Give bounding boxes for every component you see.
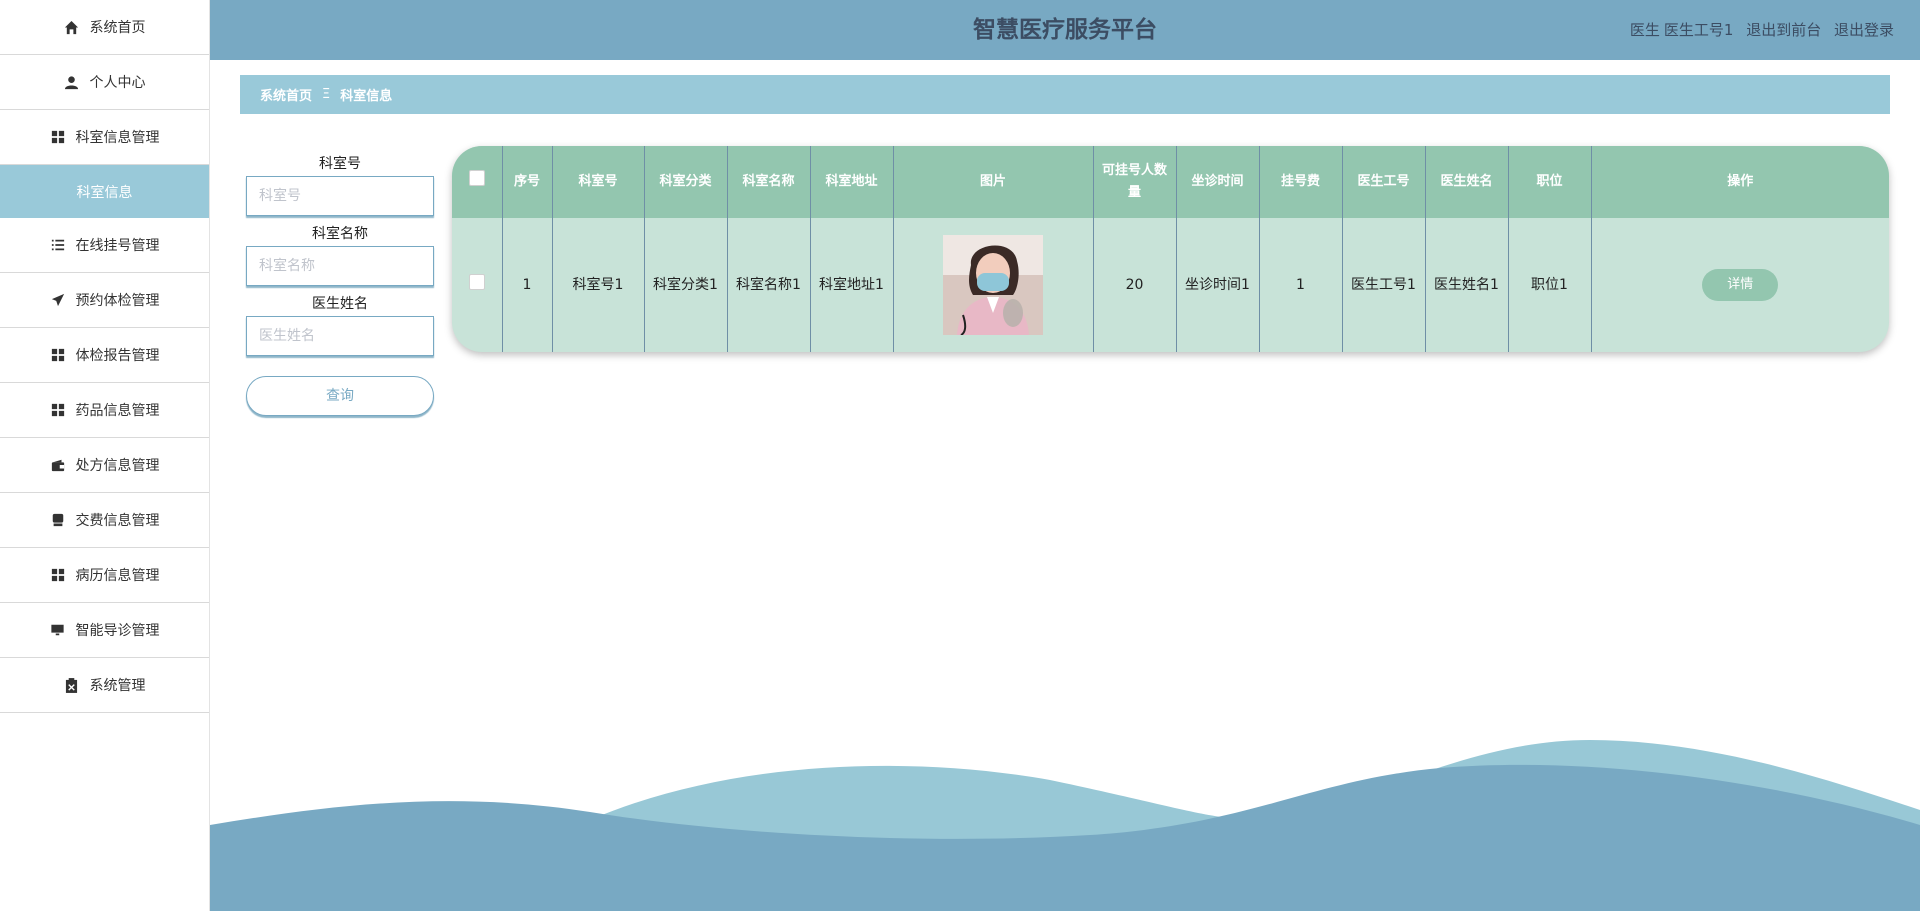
sidebar-item-dept-management[interactable]: 科室信息管理: [0, 110, 209, 165]
col-dept-name: 科室名称: [727, 146, 811, 218]
sidebar-item-label: 科室信息: [76, 184, 133, 201]
table-header-row: 序号 科室号 科室分类 科室名称 科室地址 图片 可挂号人数量 坐诊时间 挂号费…: [452, 146, 1889, 218]
sidebar-item-label: 智能导诊管理: [75, 623, 160, 639]
sidebar-item-home[interactable]: 系统首页: [0, 0, 209, 55]
breadcrumb-current: 科室信息: [340, 89, 393, 104]
col-address: 科室地址: [810, 146, 894, 218]
cell-category: 科室分类1: [644, 218, 728, 352]
paper-plane-icon: [50, 292, 66, 308]
row-checkbox-cell[interactable]: [452, 218, 503, 352]
search-panel: 科室号 科室名称 医生姓名 查询: [246, 152, 434, 416]
sidebar-item-label: 个人中心: [89, 75, 146, 91]
sidebar-item-label: 病历信息管理: [75, 568, 160, 584]
user-role: 医生: [1629, 21, 1660, 39]
sidebar-item-prescription[interactable]: 处方信息管理: [0, 438, 209, 493]
cell-position: 职位1: [1508, 218, 1592, 352]
printer-icon: [50, 512, 66, 528]
select-all-checkbox-cell[interactable]: [452, 146, 503, 218]
select-all-checkbox[interactable]: [468, 170, 485, 186]
grid-icon: [50, 567, 66, 583]
user-icon: [64, 74, 80, 90]
sidebar-item-label: 在线挂号管理: [75, 238, 160, 254]
cell-doc-name: 医生姓名1: [1425, 218, 1509, 352]
breadcrumb: 系统首页 Ξ 科室信息: [240, 75, 1890, 114]
breadcrumb-home[interactable]: 系统首页: [260, 85, 312, 104]
sidebar-item-smart-guide[interactable]: 智能导诊管理: [0, 603, 209, 658]
doctor-name-input[interactable]: [246, 316, 434, 356]
sidebar-item-label: 系统管理: [89, 678, 146, 694]
col-doc-no: 医生工号: [1342, 146, 1426, 218]
list-icon: [50, 237, 66, 253]
sidebar-item-checkup-report[interactable]: 体检报告管理: [0, 328, 209, 383]
cell-dept-name: 科室名称1: [727, 218, 811, 352]
cell-capacity: 20: [1093, 218, 1177, 352]
grid-icon: [50, 129, 66, 145]
col-category: 科室分类: [644, 146, 728, 218]
sidebar-item-label: 科室信息管理: [75, 130, 160, 146]
sidebar-item-checkup-booking[interactable]: 预约体检管理: [0, 273, 209, 328]
exit-to-front-link[interactable]: 退出到前台: [1746, 21, 1821, 39]
sidebar-subitem-dept-info[interactable]: 科室信息: [0, 165, 209, 218]
cell-dept-no: 科室号1: [552, 218, 645, 352]
dept-name-label: 科室名称: [312, 226, 368, 242]
doctor-photo: [943, 235, 1043, 335]
sidebar-item-medical-record[interactable]: 病历信息管理: [0, 548, 209, 603]
col-capacity: 可挂号人数量: [1093, 146, 1177, 218]
header: 智慧医疗服务平台 医生 医生工号1 退出到前台 退出登录: [210, 0, 1920, 60]
cell-image: [893, 218, 1094, 352]
grid-icon: [50, 402, 66, 418]
user-name: 医生工号1: [1663, 21, 1734, 39]
doctor-name-label: 医生姓名: [312, 296, 368, 312]
sidebar-item-label: 处方信息管理: [75, 458, 160, 474]
sidebar-item-label: 系统首页: [89, 20, 146, 36]
wallet-icon: [50, 457, 66, 473]
dept-no-label: 科室号: [319, 156, 361, 172]
cell-time: 坐诊时间1: [1176, 218, 1260, 352]
sidebar-item-label: 预约体检管理: [75, 293, 160, 309]
sidebar-item-label: 体检报告管理: [75, 348, 160, 364]
sidebar-item-payment[interactable]: 交费信息管理: [0, 493, 209, 548]
breadcrumb-separator: Ξ: [322, 87, 331, 102]
col-doc-name: 医生姓名: [1425, 146, 1509, 218]
table-row: 1 科室号1 科室分类1 科室名称1 科室地址1 20 坐诊时间1 1 医生工号…: [452, 218, 1889, 352]
col-dept-no: 科室号: [552, 146, 645, 218]
monitor-icon: [50, 622, 66, 638]
clipboard-icon: [64, 677, 80, 693]
col-index: 序号: [502, 146, 553, 218]
col-time: 坐诊时间: [1176, 146, 1260, 218]
cell-action: 详情: [1591, 218, 1889, 352]
decorative-waves: [210, 740, 1920, 911]
header-user-area: 医生 医生工号1 退出到前台 退出登录: [1622, 0, 1894, 60]
detail-button[interactable]: 详情: [1702, 269, 1779, 301]
dept-no-input[interactable]: [246, 176, 434, 216]
sidebar-item-system[interactable]: 系统管理: [0, 658, 209, 713]
logout-link[interactable]: 退出登录: [1834, 21, 1894, 39]
dept-name-input[interactable]: [246, 246, 434, 286]
cell-address: 科室地址1: [810, 218, 894, 352]
col-action: 操作: [1591, 146, 1889, 218]
col-image: 图片: [893, 146, 1094, 218]
sidebar-item-label: 药品信息管理: [75, 403, 160, 419]
sidebar: 系统首页 个人中心 科室信息管理 科室信息 在线挂号管理 预约体检管理 体检报告…: [0, 0, 210, 911]
cell-fee: 1: [1259, 218, 1343, 352]
sidebar-item-profile[interactable]: 个人中心: [0, 55, 209, 110]
home-icon: [64, 19, 80, 35]
grid-icon: [50, 347, 66, 363]
dept-table: 序号 科室号 科室分类 科室名称 科室地址 图片 可挂号人数量 坐诊时间 挂号费…: [452, 146, 1889, 352]
row-checkbox[interactable]: [468, 273, 485, 290]
cell-index: 1: [502, 218, 553, 352]
col-fee: 挂号费: [1259, 146, 1343, 218]
sidebar-item-registration[interactable]: 在线挂号管理: [0, 218, 209, 273]
sidebar-item-medicine[interactable]: 药品信息管理: [0, 383, 209, 438]
cell-doc-no: 医生工号1: [1342, 218, 1426, 352]
query-button[interactable]: 查询: [246, 376, 434, 416]
col-position: 职位: [1508, 146, 1592, 218]
sidebar-item-label: 交费信息管理: [75, 513, 160, 529]
